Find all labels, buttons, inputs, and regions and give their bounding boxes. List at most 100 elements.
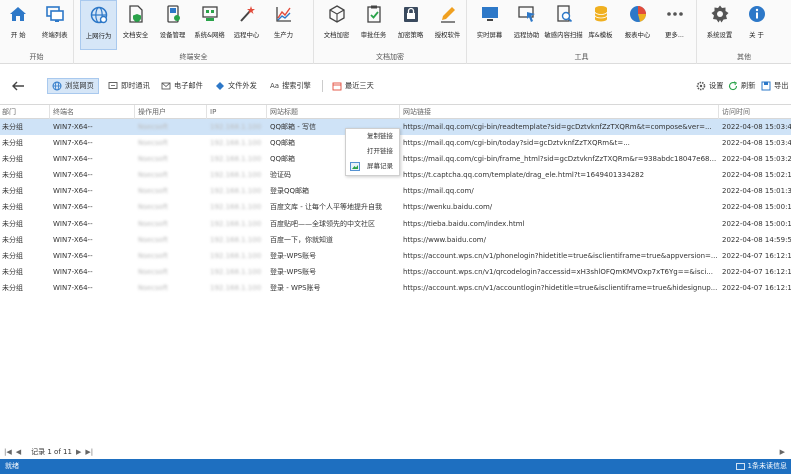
next-page-icon[interactable]: ▶ — [76, 448, 81, 456]
screen-record-menu-item[interactable]: 屏幕记录 — [346, 159, 399, 174]
visit-time-cell: 2022-04-08 15:03:26 — [722, 155, 791, 164]
refresh-label: 刷新 — [741, 81, 756, 90]
site-url-cell: https://mail.qq.com/cgi-bin/today?sid=gc… — [403, 139, 630, 148]
terminal-cell: WIN7-X64-- — [53, 235, 93, 244]
realtime-screen-button[interactable]: 实时屏幕 — [471, 0, 508, 50]
about-button[interactable]: 关 于 — [738, 0, 775, 50]
user-cell: Nsecsoft — [138, 251, 169, 260]
remote-center-button[interactable]: 远程中心 — [228, 0, 265, 50]
terminal-list-label: 终端列表 — [41, 31, 68, 39]
column-header-department[interactable]: 部门 — [0, 105, 50, 119]
more-button[interactable]: 更多... — [656, 0, 693, 50]
settings-button[interactable]: 设置 — [692, 78, 727, 94]
report-center-button[interactable]: 报表中心 — [619, 0, 656, 50]
doc-encryption-button[interactable]: 文档加密 — [318, 0, 355, 50]
scroll-right-icon[interactable]: ▶ — [780, 448, 785, 456]
web-icon — [52, 81, 62, 91]
productivity-button[interactable]: 生产力 — [265, 0, 302, 50]
terminal-cell: WIN7-X64-- — [53, 123, 93, 131]
terminal-cell: WIN7-X64-- — [53, 219, 93, 228]
more-icon — [664, 3, 686, 25]
unread-messages[interactable]: 1条未读信息 — [735, 461, 787, 471]
cube-icon — [326, 3, 348, 25]
table-row[interactable]: 未分组 WIN7-X64-- Nsecsoft 192.168.1.100 百度贴吧——… — [0, 216, 791, 232]
export-button[interactable]: 导出 — [757, 78, 791, 94]
remote-assist-button[interactable]: 远程协助 — [508, 0, 545, 50]
more-label: 更多... — [665, 31, 684, 39]
column-header-user[interactable]: 操作用户 — [136, 105, 207, 119]
lock-policy-icon — [400, 3, 422, 25]
device-management-button[interactable]: 设备管理 — [154, 0, 191, 50]
tab-file-send[interactable]: 文件外发 — [211, 78, 261, 94]
system-settings-label: 系统设置 — [706, 31, 733, 39]
last-page-icon[interactable]: ▶| — [85, 448, 93, 456]
web-behavior-button[interactable]: 上网行为 — [80, 0, 117, 50]
table-row[interactable]: 未分组 WIN7-X64-- Nsecsoft 192.168.1.100 登录-WPS… — [0, 248, 791, 264]
terminal-cell: WIN7-X64-- — [53, 171, 93, 180]
tab-browse-web-label: 浏览网页 — [65, 81, 94, 90]
table-row[interactable]: 未分组 WIN7-X64-- Nsecsoft 192.168.1.100 百度一下，你… — [0, 232, 791, 248]
encryption-policy-button[interactable]: 加密策略 — [392, 0, 429, 50]
ip-cell: 192.168.1.100 — [210, 171, 262, 180]
department-cell: 未分组 — [2, 139, 23, 148]
visit-time-cell: 2022-04-08 15:00:12 — [722, 219, 791, 228]
screen-icon — [479, 3, 501, 25]
sensitive-scan-button[interactable]: 敏感内容扫描 — [544, 0, 583, 50]
copy-link-menu-item[interactable]: 复制链接 — [346, 129, 399, 144]
table-row[interactable]: 未分组 WIN7-X64-- Nsecsoft 192.168.1.100 登录-WPS… — [0, 264, 791, 280]
column-header-ip[interactable]: IP — [208, 105, 267, 119]
pager: |◀ ◀ 记录 1 of 11 ▶ ▶| ▶ — [0, 446, 791, 458]
site-title-cell: 百度贴吧——全球领先的中文社区 — [270, 219, 375, 228]
tab-search-engine[interactable]: Aa 搜索引擎 — [266, 78, 315, 94]
system-settings-button[interactable]: 系统设置 — [701, 0, 738, 50]
table-row[interactable]: 未分组 WIN7-X64-- Nsecsoft 192.168.1.100 登录QQ邮箱… — [0, 183, 791, 199]
visit-time-cell: 2022-04-08 14:59:50 — [722, 235, 791, 244]
user-cell: Nsecsoft — [138, 219, 169, 228]
terminal-list-button[interactable]: 终端列表 — [37, 0, 74, 50]
document-security-button[interactable]: 文档安全 — [117, 0, 154, 50]
system-network-button[interactable]: 系统&网络 — [191, 0, 228, 50]
terminal-cell: WIN7-X64-- — [53, 267, 93, 276]
prev-page-icon[interactable]: ◀ — [16, 448, 21, 456]
user-cell: Nsecsoft — [138, 171, 169, 180]
about-label: 关 于 — [749, 31, 764, 39]
visit-time-cell: 2022-04-07 16:12:15 — [722, 251, 791, 260]
terminal-cell: WIN7-X64-- — [53, 203, 93, 212]
back-button[interactable] — [10, 78, 26, 94]
column-header-visit-time[interactable]: 访问时间 — [720, 105, 791, 119]
home-icon — [7, 3, 29, 25]
column-header-terminal[interactable]: 终端名 — [51, 105, 135, 119]
column-header-site-title[interactable]: 网站标题 — [268, 105, 400, 119]
monitor-list-icon — [44, 3, 66, 25]
user-cell: Nsecsoft — [138, 155, 169, 164]
table-row[interactable]: 未分组 WIN7-X64-- Nsecsoft 192.168.1.100 登录 - W… — [0, 280, 791, 296]
refresh-button[interactable]: 刷新 — [724, 78, 759, 94]
site-title-cell: 登录QQ邮箱 — [270, 187, 310, 196]
department-cell: 未分组 — [2, 155, 23, 164]
column-header-site-url[interactable]: 网站链接 — [401, 105, 719, 119]
open-link-menu-item[interactable]: 打开链接 — [346, 144, 399, 159]
terminal-cell: WIN7-X64-- — [53, 187, 93, 196]
ribbon-group-doc-encryption: 文档加密 审批任务 加密策略 授权软件 文档加密 — [314, 0, 467, 64]
encryption-policy-label: 加密策略 — [397, 31, 424, 39]
tab-email[interactable]: 电子邮件 — [157, 78, 207, 94]
home-button[interactable]: 开 始 — [0, 0, 37, 50]
export-label: 导出 — [774, 81, 789, 90]
authorized-software-label: 授权软件 — [434, 31, 461, 39]
ip-cell: 192.168.1.100 — [210, 155, 262, 164]
export-icon — [761, 81, 771, 91]
group-name-tools: 工具 — [574, 53, 589, 61]
ip-cell: 192.168.1.100 — [210, 187, 262, 196]
first-page-icon[interactable]: |◀ — [4, 448, 12, 456]
sub-toolbar: 浏览网页 即时通讯 电子邮件 文件外发 Aa 搜索引擎 最近三天 设置 刷新 导… — [0, 76, 791, 96]
library-template-button[interactable]: 库&模板 — [582, 0, 619, 50]
tab-instant-message[interactable]: 即时通讯 — [104, 78, 154, 94]
authorized-software-button[interactable]: 授权软件 — [429, 0, 466, 50]
tab-browse-web[interactable]: 浏览网页 — [47, 78, 99, 94]
clipboard-check-icon — [363, 3, 385, 25]
date-filter-dropdown[interactable]: 最近三天 — [328, 78, 378, 94]
approval-tasks-button[interactable]: 审批任务 — [355, 0, 392, 50]
copy-link-label: 复制链接 — [367, 132, 393, 140]
table-row[interactable]: 未分组 WIN7-X64-- Nsecsoft 192.168.1.100 百度文库 -… — [0, 199, 791, 215]
site-url-cell: https://tieba.baidu.com/index.html — [403, 219, 525, 228]
